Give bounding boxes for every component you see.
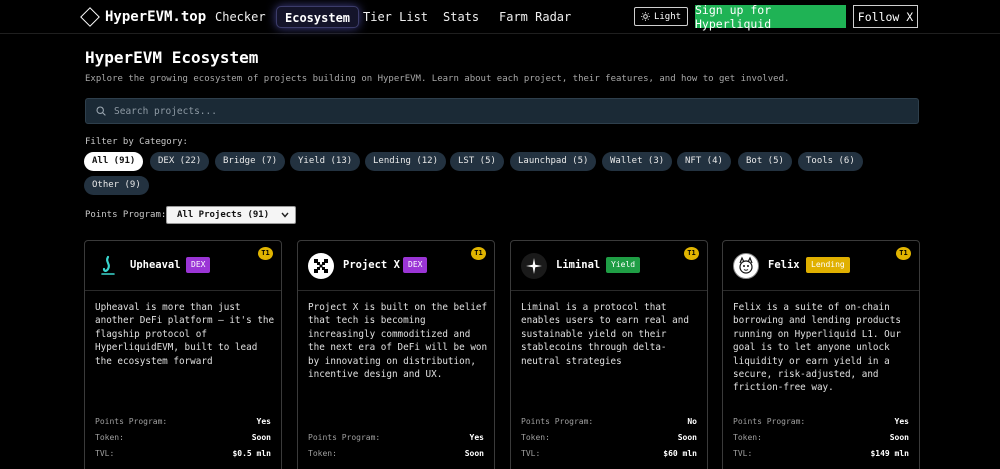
- chip-wallet[interactable]: Wallet (3): [602, 152, 673, 171]
- tier-badge: T1: [471, 247, 486, 260]
- follow-x-button[interactable]: Follow X: [853, 5, 918, 28]
- points-label: Points Program:: [521, 417, 594, 426]
- token-label: Token:: [733, 433, 762, 442]
- token-value: Soon: [677, 433, 697, 442]
- tier-badge: T1: [258, 247, 273, 260]
- felix-logo-icon: [733, 253, 759, 279]
- points-value: No: [687, 417, 697, 426]
- points-label: Points Program:: [95, 417, 168, 426]
- theme-toggle-label: Light: [653, 11, 682, 22]
- project-card[interactable]: Project X DEX T1 Project X is built on t…: [297, 240, 495, 469]
- tvl-row: TVL: $149 mln: [733, 449, 909, 458]
- card-name: Project X: [343, 259, 400, 271]
- chip-yield[interactable]: Yield (13): [290, 152, 361, 171]
- chip-all[interactable]: All (91): [84, 152, 144, 171]
- upheaval-logo-icon: [95, 253, 121, 279]
- category-badge: DEX: [403, 257, 428, 273]
- project-card[interactable]: Felix Lending T1 Felix is a suite of on-…: [722, 240, 920, 469]
- nav-link-tier-list[interactable]: Tier List: [355, 6, 436, 28]
- points-label: Points Program:: [308, 433, 381, 442]
- chip-nft[interactable]: NFT (4): [677, 152, 731, 171]
- points-program-selected: All Projects (91): [177, 210, 270, 220]
- points-value: Yes: [256, 417, 271, 426]
- card-header: Project X DEX T1: [298, 241, 494, 291]
- points-row: Points Program: Yes: [733, 417, 909, 426]
- tier-badge: T1: [684, 247, 699, 260]
- card-description: Liminal is a protocol that enables users…: [521, 302, 689, 367]
- tier-badge: T1: [896, 247, 911, 260]
- token-value: Soon: [464, 449, 484, 458]
- tvl-label: TVL:: [521, 449, 541, 458]
- search-input[interactable]: [114, 105, 894, 117]
- points-row: Points Program: No: [521, 417, 697, 426]
- tvl-value: $60 mln: [663, 449, 697, 458]
- token-row: Token: Soon: [733, 433, 909, 442]
- points-row: Points Program: Yes: [95, 417, 271, 426]
- logo-text: HyperEVM.top: [105, 9, 207, 25]
- chip-launchpad[interactable]: Launchpad (5): [510, 152, 597, 171]
- chip-dex[interactable]: DEX (22): [150, 152, 210, 171]
- points-value: Yes: [894, 417, 909, 426]
- tvl-row: TVL: $60 mln: [521, 449, 697, 458]
- tvl-value: $149 mln: [870, 449, 909, 458]
- category-badge: Lending: [806, 257, 850, 273]
- project-x-logo-icon: [308, 253, 334, 279]
- token-label: Token:: [521, 433, 550, 442]
- card-header: Upheaval DEX T1: [85, 241, 281, 291]
- category-badge: Yield: [606, 257, 641, 273]
- points-label: Points Program:: [733, 417, 806, 426]
- category-badge: DEX: [186, 257, 211, 273]
- token-value: Soon: [889, 433, 909, 442]
- card-name: Felix: [768, 259, 800, 271]
- chip-lending[interactable]: Lending (12): [365, 152, 447, 171]
- nav-link-ecosystem[interactable]: Ecosystem: [276, 6, 360, 28]
- chip-lst[interactable]: LST (5): [450, 152, 504, 171]
- points-program-select[interactable]: All Projects (91): [166, 206, 296, 224]
- card-name: Upheaval: [130, 259, 181, 271]
- token-row: Token: Soon: [95, 433, 271, 442]
- theme-toggle-button[interactable]: Light: [634, 7, 688, 26]
- liminal-logo-icon: [521, 253, 547, 279]
- chip-bot[interactable]: Bot (5): [738, 152, 792, 171]
- card-description: Felix is a suite of on-chain borrowing a…: [733, 302, 901, 394]
- tvl-label: TVL:: [95, 449, 115, 458]
- search-icon: [96, 106, 106, 116]
- token-row: Token: Soon: [521, 433, 697, 442]
- signup-button[interactable]: Sign up for Hyperliquid: [695, 3, 846, 31]
- nav-link-checker[interactable]: Checker: [207, 6, 274, 28]
- card-name: Liminal: [556, 259, 601, 271]
- tvl-label: TVL:: [733, 449, 753, 458]
- page-subtitle: Explore the growing ecosystem of project…: [85, 74, 790, 84]
- card-header: Felix Lending T1: [723, 241, 919, 291]
- search-bar[interactable]: [85, 98, 919, 124]
- diamond-logo-icon: [80, 7, 100, 27]
- points-row: Points Program: Yes: [308, 433, 484, 442]
- nav-link-farm-radar[interactable]: Farm Radar: [491, 6, 579, 28]
- chip-bridge[interactable]: Bridge (7): [215, 152, 286, 171]
- points-value: Yes: [469, 433, 484, 442]
- chip-tools[interactable]: Tools (6): [798, 152, 863, 171]
- filter-label: Filter by Category:: [85, 137, 188, 147]
- card-header: Liminal Yield T1: [511, 241, 707, 291]
- project-card[interactable]: Upheaval DEX T1 Upheaval is more than ju…: [84, 240, 282, 469]
- token-label: Token:: [308, 449, 337, 458]
- card-description: Upheaval is more than just another DeFi …: [95, 302, 275, 367]
- nav-link-stats[interactable]: Stats: [435, 6, 487, 28]
- card-description: Project X is built on the belief that te…: [308, 302, 488, 381]
- chevron-down-icon: [281, 212, 289, 218]
- token-row: Token: Soon: [308, 449, 484, 458]
- chip-other[interactable]: Other (9): [84, 176, 149, 195]
- site-logo[interactable]: HyperEVM.top: [80, 7, 207, 27]
- token-value: Soon: [251, 433, 271, 442]
- page-title: HyperEVM Ecosystem: [85, 48, 259, 67]
- tvl-row: TVL: $0.5 mln: [95, 449, 271, 458]
- tvl-value: $0.5 mln: [232, 449, 271, 458]
- token-label: Token:: [95, 433, 124, 442]
- top-nav: HyperEVM.top Checker Ecosystem Tier List…: [0, 0, 1000, 34]
- project-card[interactable]: Liminal Yield T1 Liminal is a protocol t…: [510, 240, 708, 469]
- sun-icon: [640, 12, 650, 21]
- points-program-label: Points Program:: [85, 210, 167, 220]
